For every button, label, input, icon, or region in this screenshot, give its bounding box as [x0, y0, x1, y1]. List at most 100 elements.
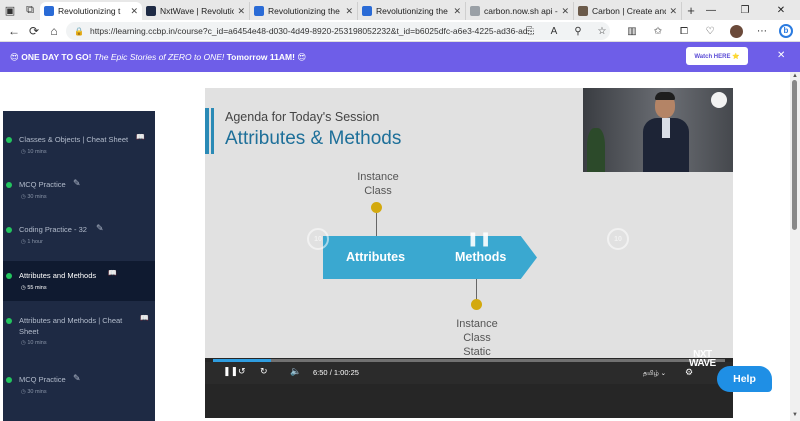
- sidebar-item[interactable]: MCQ Practice ✎ ◷ 30 mins: [3, 365, 155, 410]
- top-connector-dot: [371, 202, 382, 213]
- video-player[interactable]: Agenda for Today's Session Attributes & …: [205, 88, 733, 418]
- browser-tab[interactable]: Revolutionizing the Jo✕: [250, 2, 358, 20]
- browser-essentials-icon[interactable]: ♡: [702, 23, 718, 39]
- tab-close-icon[interactable]: ✕: [237, 6, 245, 17]
- watch-here-button[interactable]: Watch HERE ⭐: [686, 47, 748, 65]
- close-window-button[interactable]: ✕: [764, 0, 798, 20]
- sidebar-item-title: Attributes and Methods | Cheat Sheet: [19, 316, 123, 336]
- tab-list-icon[interactable]: ⧉: [20, 0, 40, 20]
- time-separator: /: [329, 368, 332, 377]
- sidebar-item-time: 10 mins: [27, 340, 47, 346]
- language-selector[interactable]: தமிழ் ⌄: [643, 369, 666, 378]
- emoji-left: 😍: [10, 51, 19, 62]
- browser-tab[interactable]: Carbon | Create and sh✕: [574, 2, 682, 20]
- book-icon: 📖: [108, 270, 117, 277]
- open-in-app-icon[interactable]: ⎘: [522, 23, 538, 39]
- forward-icon[interactable]: ↻: [260, 366, 268, 377]
- bing-copilot-icon[interactable]: b: [778, 23, 794, 39]
- volume-icon[interactable]: 🔈: [290, 366, 301, 377]
- minimize-button[interactable]: —: [694, 0, 728, 20]
- sidebar-item-title: Attributes and Methods: [19, 271, 97, 280]
- profile-avatar-icon[interactable]: [728, 23, 744, 39]
- tab-list: Revolutionizing t ✕ NxtWave | Revolution ✕ R…: [40, 0, 682, 20]
- completed-check-icon: [6, 318, 12, 324]
- tab-actions-icon[interactable]: ▣: [0, 0, 20, 20]
- scrollbar-thumb[interactable]: [792, 80, 797, 230]
- tab-close-icon[interactable]: ✕: [453, 6, 461, 17]
- reload-icon[interactable]: ⟳: [26, 23, 42, 39]
- back-icon[interactable]: ←: [6, 23, 22, 39]
- tab-title: Revolutionizing the Jo: [376, 6, 450, 16]
- sidebar-item[interactable]: MCQ Practice ✎ ◷ 30 mins: [3, 170, 155, 215]
- completed-check-icon: [6, 377, 12, 383]
- presenter-video: [583, 88, 733, 172]
- nxtwave-watermark: NXT WAVE: [689, 350, 716, 369]
- extensions-icon[interactable]: ⚲: [570, 23, 586, 39]
- duration: 1:00:25: [333, 368, 359, 377]
- split-screen-icon[interactable]: ▥: [624, 23, 640, 39]
- sidebar-item-time: 30 mins: [27, 389, 47, 395]
- current-time: 6:50: [313, 368, 328, 377]
- collections-icon[interactable]: ⧠: [676, 23, 692, 39]
- tab-close-icon[interactable]: ✕: [669, 6, 677, 17]
- browser-tab[interactable]: Revolutionizing the Jo✕: [358, 2, 466, 20]
- favorites-icon[interactable]: ✩: [650, 23, 666, 39]
- completed-check-icon: [6, 227, 12, 233]
- pencil-icon: ✎: [73, 373, 81, 383]
- sidebar-item-title: Coding Practice - 32: [19, 225, 87, 234]
- duration-row: ◷ 55 mins: [21, 285, 47, 291]
- maximize-button[interactable]: ❐: [728, 0, 762, 20]
- favorite-star-icon[interactable]: ☆: [594, 23, 610, 39]
- top-caption: Instance Class: [357, 171, 399, 197]
- sidebar-item[interactable]: Coding Practice - 32 ✎ ◷ 1 hour: [3, 215, 155, 260]
- sidebar-item[interactable]: Attributes and Methods 📖 ◷ 55 mins: [3, 261, 155, 301]
- browser-tab[interactable]: Revolutionizing t ✕: [40, 2, 142, 20]
- rewind-icon[interactable]: ↺: [238, 366, 246, 377]
- tab-title: Revolutionizing the Jo: [268, 6, 342, 16]
- banner-bold-tail: Tomorrow 11AM!: [226, 52, 295, 62]
- sidebar-item-time: 55 mins: [27, 285, 47, 291]
- bottom-connector-line: [476, 279, 477, 300]
- browser-tab[interactable]: carbon.now.sh api - Se✕: [466, 2, 574, 20]
- rewind-10-overlay-icon[interactable]: 10: [307, 228, 329, 250]
- read-aloud-icon[interactable]: A: [546, 23, 562, 39]
- tab-favicon-icon: [146, 6, 156, 16]
- completed-check-icon: [6, 137, 12, 143]
- tab-title: Carbon | Create and sh: [592, 6, 666, 16]
- duration-row: ◷ 1 hour: [21, 239, 43, 245]
- sidebar-item-time: 1 hour: [27, 239, 43, 245]
- pause-icon[interactable]: ❚❚: [223, 366, 238, 377]
- tab-title: Revolutionizing t: [58, 6, 121, 16]
- home-icon[interactable]: ⌂: [46, 23, 62, 39]
- pencil-icon: ✎: [73, 178, 81, 188]
- presenter-shirt: [662, 118, 670, 138]
- course-sidebar: Classes & Objects | Cheat Sheet 📖 ◷ 10 min…: [3, 111, 155, 421]
- plant-shape: [587, 128, 605, 172]
- browser-tab[interactable]: NxtWave | Revolution ✕: [142, 2, 250, 20]
- tab-close-icon[interactable]: ✕: [130, 6, 138, 17]
- sidebar-item-time: 30 mins: [27, 194, 47, 200]
- slide-accent-gap: [209, 108, 211, 154]
- sidebar-item-title: Classes & Objects | Cheat Sheet: [19, 135, 129, 144]
- bottom-connector-dot: [471, 299, 482, 310]
- brand-line2: WAVE: [689, 358, 716, 369]
- sidebar-item[interactable]: Classes & Objects | Cheat Sheet 📖 ◷ 10 min…: [3, 125, 155, 170]
- sidebar-item-title: MCQ Practice: [19, 180, 66, 189]
- scroll-up-icon[interactable]: ▲: [791, 73, 799, 79]
- scroll-down-icon[interactable]: ▼: [791, 412, 799, 418]
- address-bar-row: ← ⟳ ⌂ 🔒 https://learning.ccbp.in/course?…: [0, 20, 800, 42]
- sidebar-item[interactable]: Attributes and Methods | Cheat Sheet 📖 ◷ 1…: [3, 306, 155, 352]
- book-icon: 📖: [136, 134, 145, 141]
- tab-close-icon[interactable]: ✕: [561, 6, 569, 17]
- promo-banner: 😍 ONE DAY TO GO! The Epic Stories of ZER…: [0, 42, 800, 72]
- tab-close-icon[interactable]: ✕: [345, 6, 353, 17]
- forward-10-overlay-icon[interactable]: 10: [607, 228, 629, 250]
- slide-title: Attributes & Methods: [225, 128, 402, 149]
- pause-overlay-icon[interactable]: ❚❚: [467, 230, 492, 247]
- bottom-caption: Instance Class Static: [456, 318, 498, 358]
- sidebar-item-title: MCQ Practice: [19, 375, 66, 384]
- banner-close-icon[interactable]: ✕: [777, 50, 785, 61]
- methods-label: Methods: [455, 250, 507, 264]
- more-menu-icon[interactable]: ⋯: [754, 23, 770, 39]
- help-button[interactable]: Help: [717, 366, 772, 392]
